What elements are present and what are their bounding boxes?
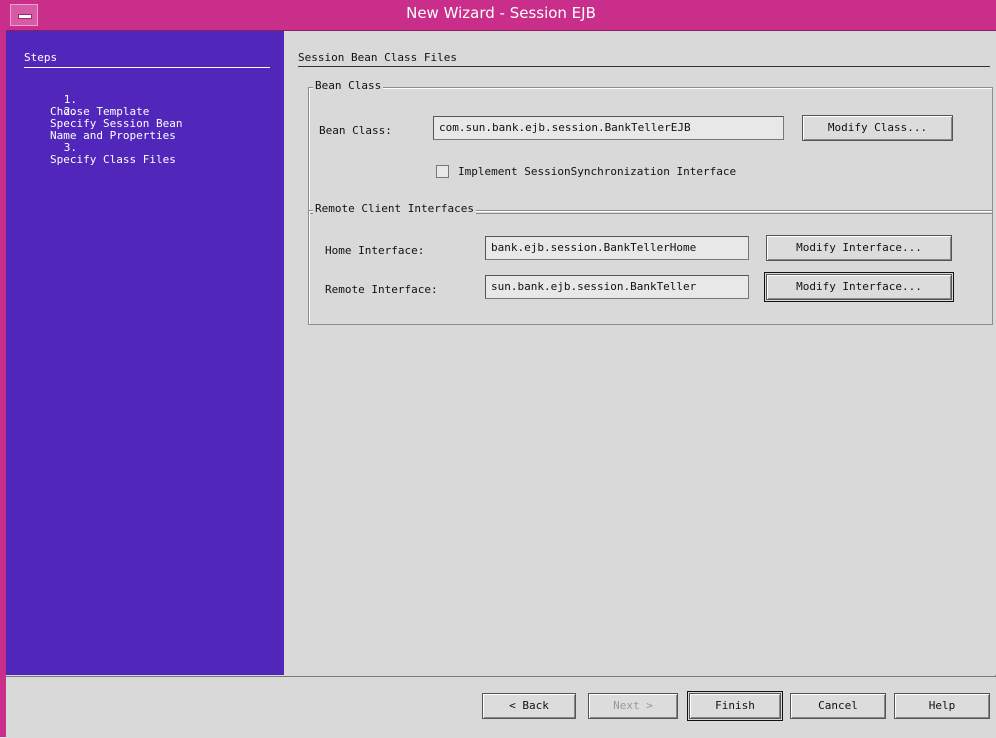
session-sync-label: Implement SessionSynchronization Interfa… <box>458 165 737 178</box>
home-interface-field[interactable]: bank.ejb.session.BankTellerHome <box>485 236 749 260</box>
steps-panel: Steps 1. Choose Template 2. Specify Sess… <box>6 31 284 675</box>
remote-interface-label: Remote Interface: <box>325 283 438 296</box>
step-item-3: 3. Specify Class Files <box>24 130 176 178</box>
bean-class-field[interactable]: com.sun.bank.ejb.session.BankTellerEJB <box>433 116 784 140</box>
content-panel: Session Bean Class Files Bean Class Bean… <box>288 31 996 675</box>
panel-title: Session Bean Class Files <box>298 51 457 64</box>
step-text: Specify Class Files <box>50 153 176 166</box>
home-interface-label: Home Interface: <box>325 244 425 257</box>
session-sync-checkbox[interactable] <box>436 165 449 178</box>
help-button[interactable]: Help <box>894 693 990 719</box>
title-bar: New Wizard - Session EJB <box>6 0 996 31</box>
remote-interface-field[interactable]: sun.bank.ejb.session.BankTeller <box>485 275 749 299</box>
modify-class-button[interactable]: Modify Class... <box>802 115 953 141</box>
button-bar: < Back Next > Finish Cancel Help <box>6 676 996 738</box>
remote-client-interfaces-group: Remote Client Interfaces Home Interface:… <box>308 202 993 325</box>
bean-class-group: Bean Class Bean Class: com.sun.bank.ejb.… <box>308 79 993 214</box>
modify-home-interface-button[interactable]: Modify Interface... <box>766 235 952 261</box>
bean-class-label: Bean Class: <box>319 124 392 137</box>
wizard-window: New Wizard - Session EJB Steps 1. Choose… <box>0 0 996 738</box>
finish-button[interactable]: Finish <box>687 691 783 721</box>
window-title: New Wizard - Session EJB <box>406 4 596 22</box>
remote-client-legend: Remote Client Interfaces <box>313 202 476 215</box>
next-button[interactable]: Next > <box>588 693 678 719</box>
cancel-button[interactable]: Cancel <box>790 693 886 719</box>
modify-remote-interface-button[interactable]: Modify Interface... <box>764 272 954 302</box>
title-divider <box>298 66 990 67</box>
steps-title: Steps <box>24 51 270 68</box>
back-button[interactable]: < Back <box>482 693 576 719</box>
bean-class-legend: Bean Class <box>313 79 384 92</box>
